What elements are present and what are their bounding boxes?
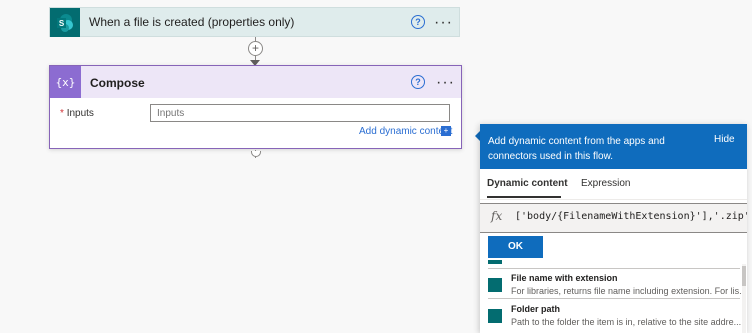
- dynamic-panel-header: Add dynamic content from the apps and co…: [480, 124, 747, 169]
- trigger-card[interactable]: S When a file is created (properties onl…: [49, 7, 460, 37]
- list-item-title: Folder path: [511, 304, 560, 314]
- sharepoint-icon: [488, 278, 502, 292]
- fx-icon: fx: [491, 209, 503, 223]
- sharepoint-icon: [488, 309, 502, 323]
- hide-button[interactable]: Hide: [714, 134, 735, 145]
- list-divider: [488, 298, 740, 299]
- list-item-title: File name with extension: [511, 273, 618, 283]
- list-item[interactable]: Folder path Path to the folder the item …: [488, 304, 741, 333]
- add-dynamic-content-icon[interactable]: +: [441, 126, 451, 136]
- add-step-icon[interactable]: +: [248, 41, 263, 56]
- add-dynamic-content-link[interactable]: Add dynamic content: [359, 126, 452, 137]
- more-options-icon[interactable]: ···: [434, 15, 453, 31]
- expression-row[interactable]: fx ['body/{FilenameWithExtension}'],'.zi…: [480, 203, 747, 233]
- svg-text:S: S: [59, 19, 65, 28]
- tab-expression[interactable]: Expression: [581, 178, 630, 189]
- dynamic-content-panel: Add dynamic content from the apps and co…: [480, 124, 747, 333]
- trigger-title[interactable]: When a file is created (properties only): [89, 15, 294, 29]
- connector-dot: [251, 151, 261, 157]
- ok-button[interactable]: OK: [488, 236, 543, 258]
- scrollbar-thumb[interactable]: [742, 266, 746, 286]
- compose-title[interactable]: Compose: [90, 76, 145, 90]
- required-marker: *: [60, 108, 64, 119]
- dynamic-panel-description: Add dynamic content from the apps and co…: [488, 136, 665, 162]
- more-options-icon[interactable]: ···: [436, 75, 455, 91]
- tab-dynamic-content[interactable]: Dynamic content: [487, 178, 568, 189]
- dynamic-panel-tabs: Dynamic content Expression: [480, 169, 747, 200]
- inputs-field[interactable]: [150, 104, 450, 122]
- inputs-label-text: Inputs: [66, 108, 94, 119]
- compose-header[interactable]: {x} Compose ? ···: [50, 66, 461, 98]
- list-divider: [488, 268, 740, 269]
- compose-card[interactable]: {x} Compose ? ··· * Inputs Add dynamic c…: [49, 65, 462, 149]
- compose-icon: {x}: [50, 66, 81, 98]
- list-item-description: For libraries, returns file name includi…: [511, 286, 741, 296]
- help-icon[interactable]: ?: [411, 15, 425, 29]
- list-item-description: Path to the folder the item is in, relat…: [511, 317, 741, 327]
- sharepoint-icon: [488, 260, 502, 264]
- expression-input[interactable]: ['body/{FilenameWithExtension}'],'.zip'): [515, 211, 747, 222]
- active-tab-indicator: [487, 196, 561, 198]
- inputs-label: * Inputs: [60, 108, 94, 119]
- help-icon[interactable]: ?: [411, 75, 425, 89]
- sharepoint-icon: S: [50, 8, 80, 37]
